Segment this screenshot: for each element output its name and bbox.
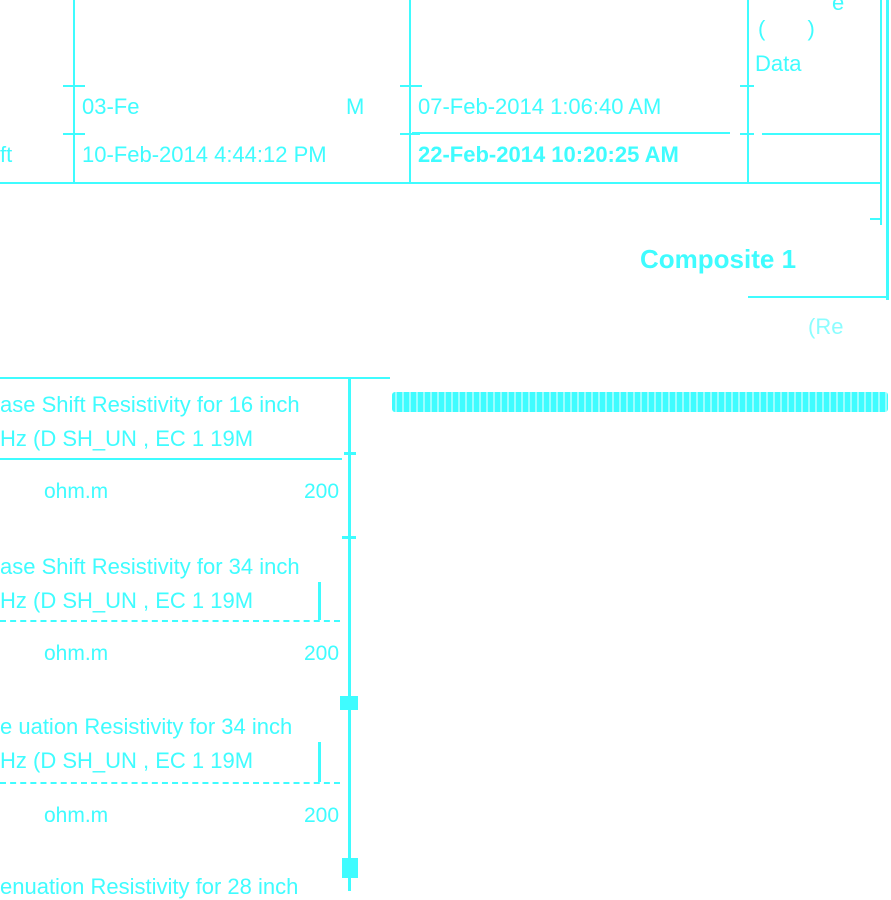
right-label-mid: ( ) (758, 16, 833, 41)
track-2-curve-line (0, 620, 340, 622)
col-divider-2 (409, 0, 411, 183)
tick (63, 133, 85, 135)
outer-right-border (886, 0, 889, 300)
col-divider-1 (73, 0, 75, 183)
track-1-subtitle: Hz (D SH_UN , EC 1 19M (0, 426, 254, 451)
tick (740, 133, 754, 135)
tick (400, 85, 422, 87)
edge-marker (342, 536, 356, 539)
tick (63, 85, 85, 87)
row1-col2-date: 07-Feb-2014 1:06:40 AM (418, 94, 662, 119)
track-3-marker (318, 742, 321, 782)
track-4-title: enuation Resistivity for 28 inch (0, 874, 299, 899)
depth-track-strip (392, 392, 888, 412)
col-divider-3 (747, 0, 749, 183)
row2-left-stub: ft (0, 142, 13, 167)
table-right-border (880, 0, 882, 225)
right-label-top: e (832, 0, 845, 15)
track-panel-top-line (0, 377, 390, 379)
track-2-unit: ohm.m (44, 642, 109, 665)
composite-title: Composite 1 (640, 244, 797, 274)
track-1-title: ase Shift Resistivity for 16 inch (0, 392, 300, 417)
row-underline (762, 133, 880, 135)
track-1-curve-line (0, 458, 342, 460)
track-3-unit: ohm.m (44, 804, 109, 827)
edge-marker (344, 452, 356, 455)
row2-col2-date: 22-Feb-2014 10:20:25 AM (418, 142, 679, 167)
row2-col1-date: 10-Feb-2014 4:44:12 PM (82, 142, 327, 167)
tick (740, 85, 754, 87)
row-underline (412, 132, 730, 134)
row1-col1-date: 03-Fe (82, 94, 140, 119)
track-2-title: ase Shift Resistivity for 34 inch (0, 554, 300, 579)
track-2-subtitle: Hz (D SH_UN , EC 1 19M (0, 588, 254, 613)
row1-col1-suffix: M (346, 94, 365, 119)
composite-underline (748, 296, 886, 298)
track-3-subtitle: Hz (D SH_UN , EC 1 19M (0, 748, 254, 773)
edge-marker (340, 696, 358, 710)
track-3-curve-line (0, 782, 340, 784)
track-1-unit: ohm.m (44, 480, 109, 503)
caption-fragment: (Re (808, 314, 844, 339)
track-3-title: e uation Resistivity for 34 inch (0, 714, 293, 739)
right-label-data: Data (755, 51, 802, 76)
track-3-scale-max: 200 (304, 804, 340, 827)
track-2-marker (318, 582, 321, 620)
table-bottom-line (0, 182, 882, 184)
track-1-scale-max: 200 (304, 480, 340, 503)
edge-marker (342, 858, 358, 878)
track-2-scale-max: 200 (304, 642, 340, 665)
row-underline (870, 218, 882, 220)
